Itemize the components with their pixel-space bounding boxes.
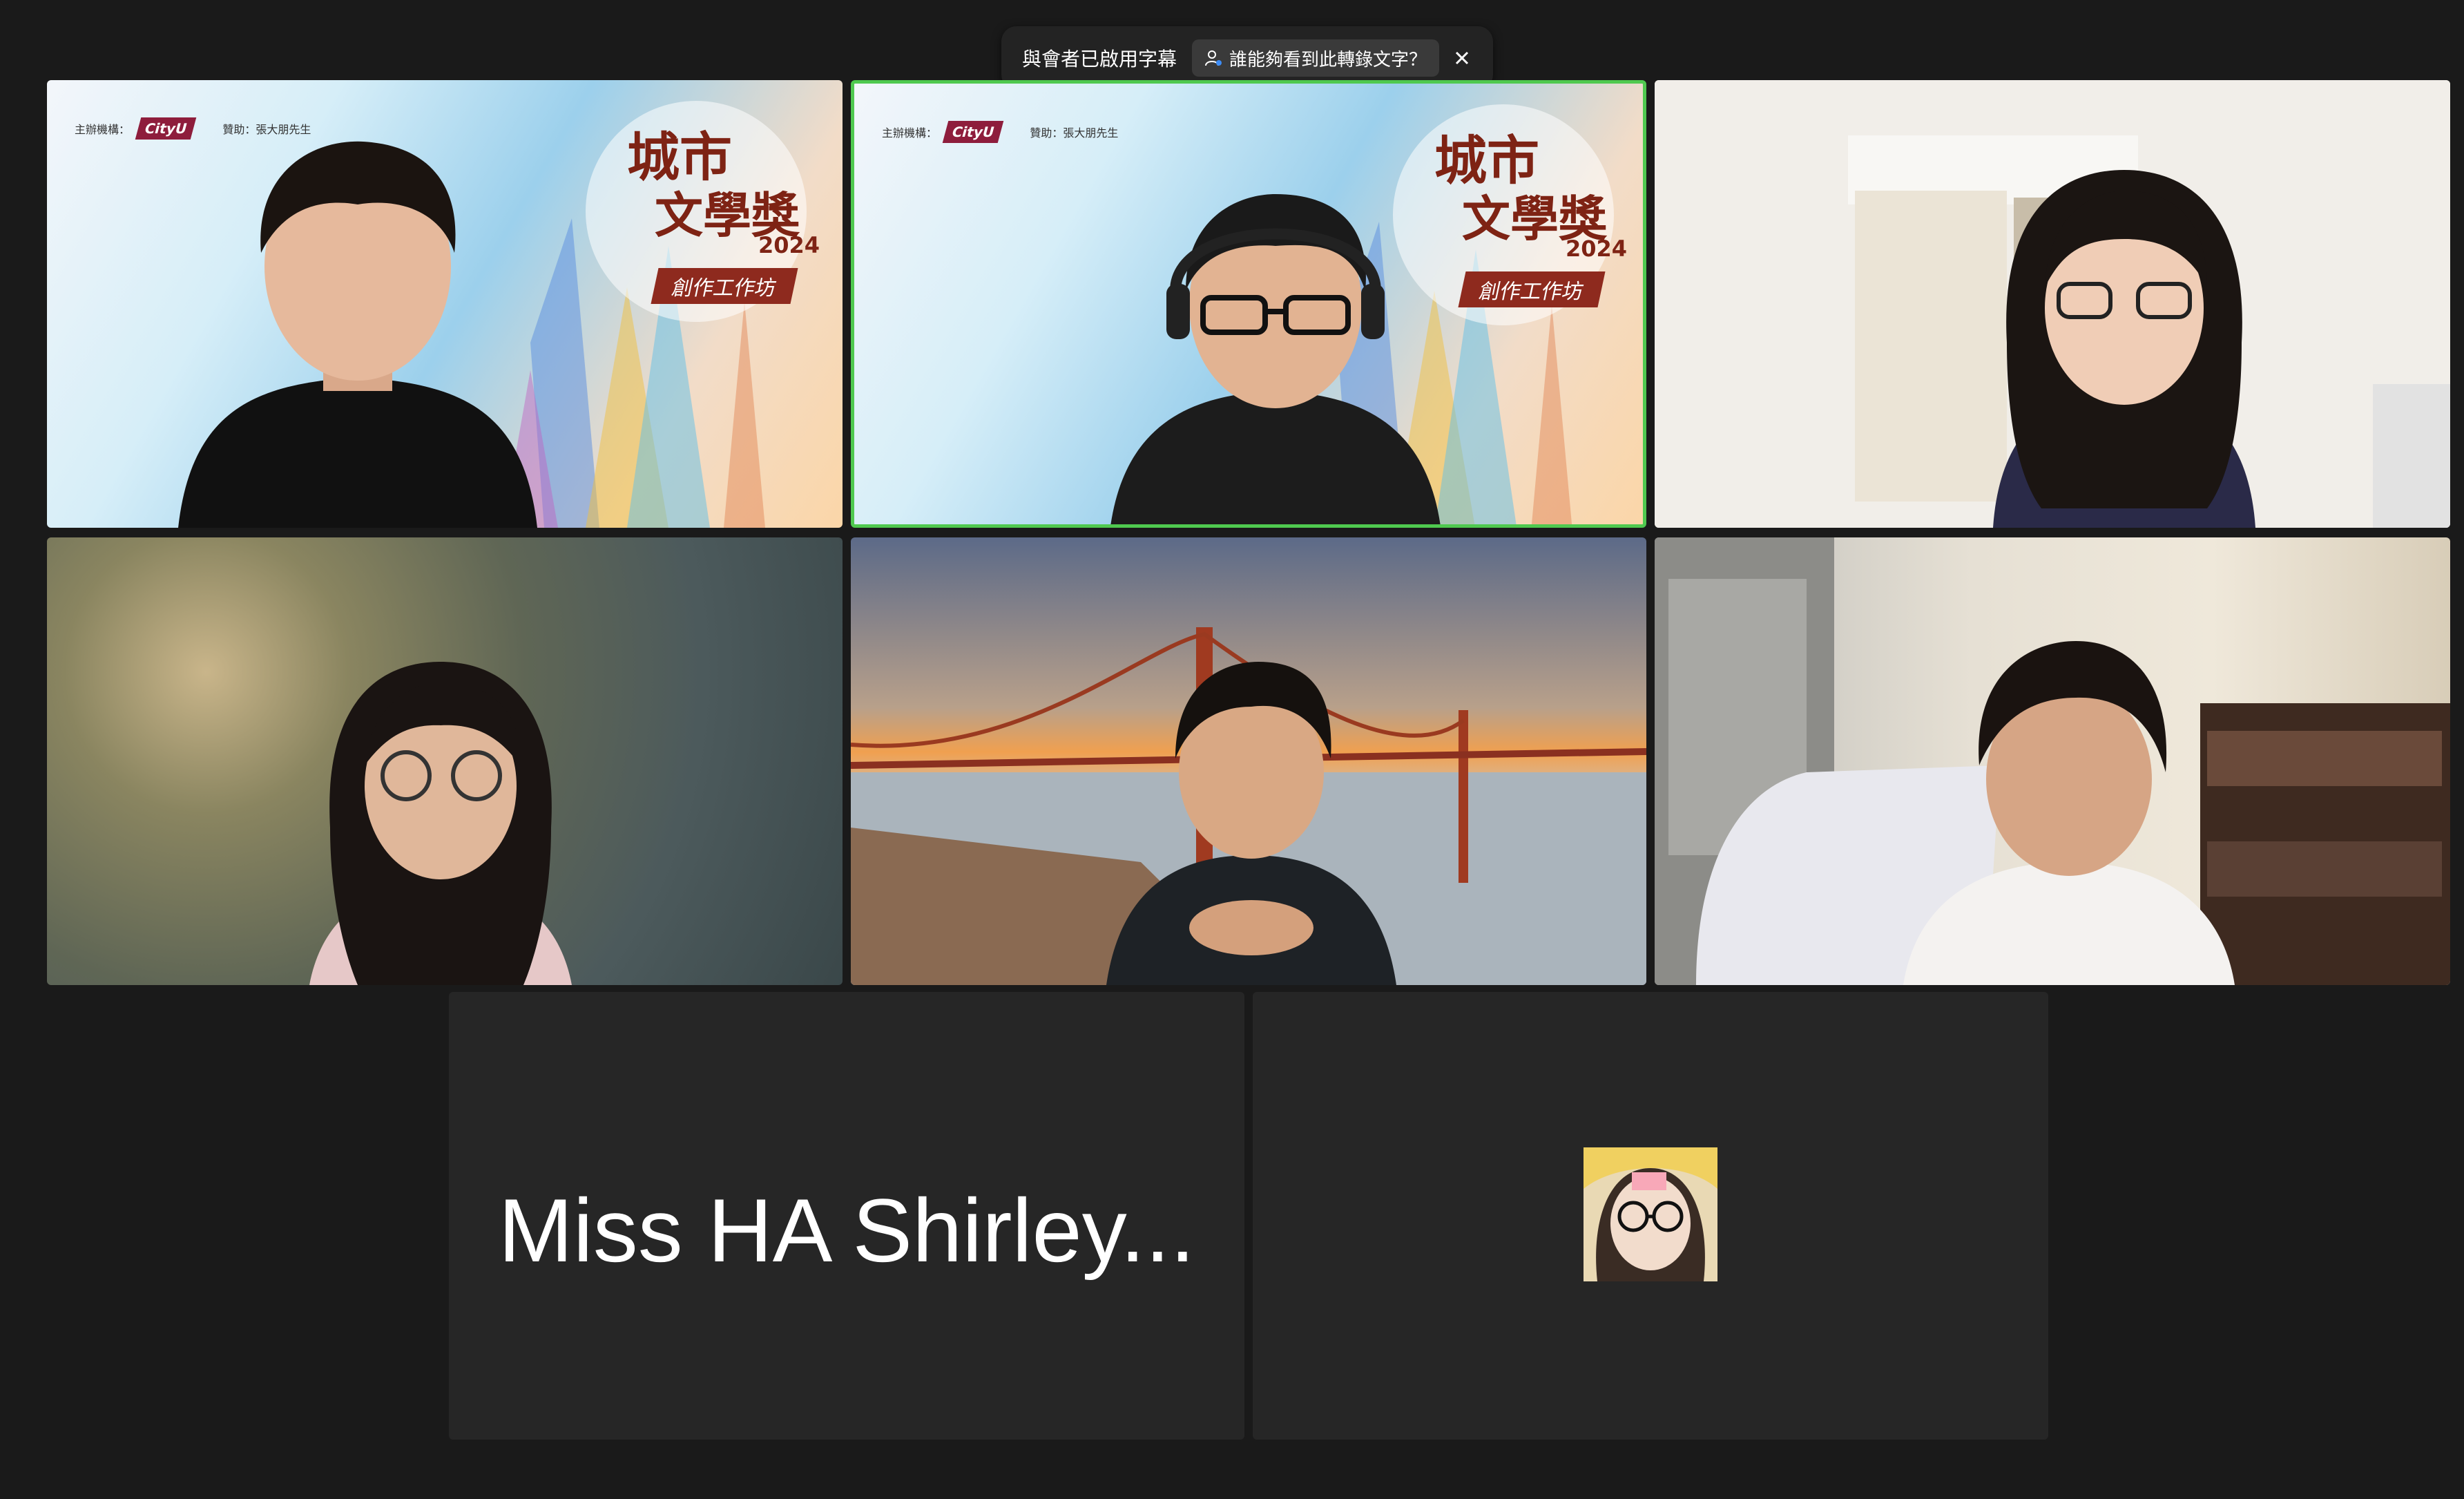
participant-video-person (1993, 170, 2255, 528)
profile-picture (1584, 1147, 1717, 1281)
participant-tile-8[interactable] (1253, 992, 2048, 1440)
participant-video-person (1110, 194, 1441, 524)
who-can-see-label: 誰能夠看到此轉錄文字？ (1229, 49, 1427, 70)
close-icon (1455, 51, 1469, 65)
avatar (1584, 1147, 1717, 1281)
close-banner-button[interactable] (1446, 42, 1478, 74)
participant-tile-speaker-2[interactable]: 主辦機構： CityU 贊助：張大朋先生 城市 文學獎 2024 創作工作坊 (851, 80, 1646, 528)
person-icon (1205, 50, 1222, 66)
cityu-logo: CityU (942, 121, 1004, 143)
participant-video-person (178, 141, 537, 528)
participant-tile-7[interactable]: Miss HA Shirley... (449, 992, 1244, 1440)
participant-video-person (1106, 662, 1396, 985)
award-year: 2024 (1566, 236, 1628, 262)
participant-video-person (309, 662, 572, 985)
award-ribbon: 創作工作坊 (1458, 271, 1606, 307)
award-ribbon: 創作工作坊 (651, 268, 798, 304)
participant-tile-speaker-1[interactable]: 主辦機構： CityU 贊助：張大朋先生 城市 文學獎 2024 創作工作坊 (47, 80, 843, 528)
organizer-label: 主辦機構： (75, 123, 131, 136)
sponsor-row: 主辦機構： CityU 贊助：張大朋先生 (882, 121, 1118, 143)
award-year: 2024 (758, 232, 820, 258)
participant-tile-5[interactable] (851, 537, 1646, 985)
caption-status-text: 與會者已啟用字幕 (1022, 48, 1177, 70)
participant-tile-6[interactable] (1655, 537, 2450, 985)
sponsor-label: 贊助：張大朋先生 (1030, 126, 1119, 140)
organizer-label: 主辦機構： (882, 126, 938, 140)
participant-name: Miss HA Shirley... (498, 1180, 1195, 1281)
participant-tile-4[interactable] (47, 537, 843, 985)
participant-video-person (1903, 641, 2235, 985)
participant-tile-3[interactable] (1655, 80, 2450, 528)
who-can-see-transcript-button[interactable]: 誰能夠看到此轉錄文字？ (1192, 39, 1440, 77)
